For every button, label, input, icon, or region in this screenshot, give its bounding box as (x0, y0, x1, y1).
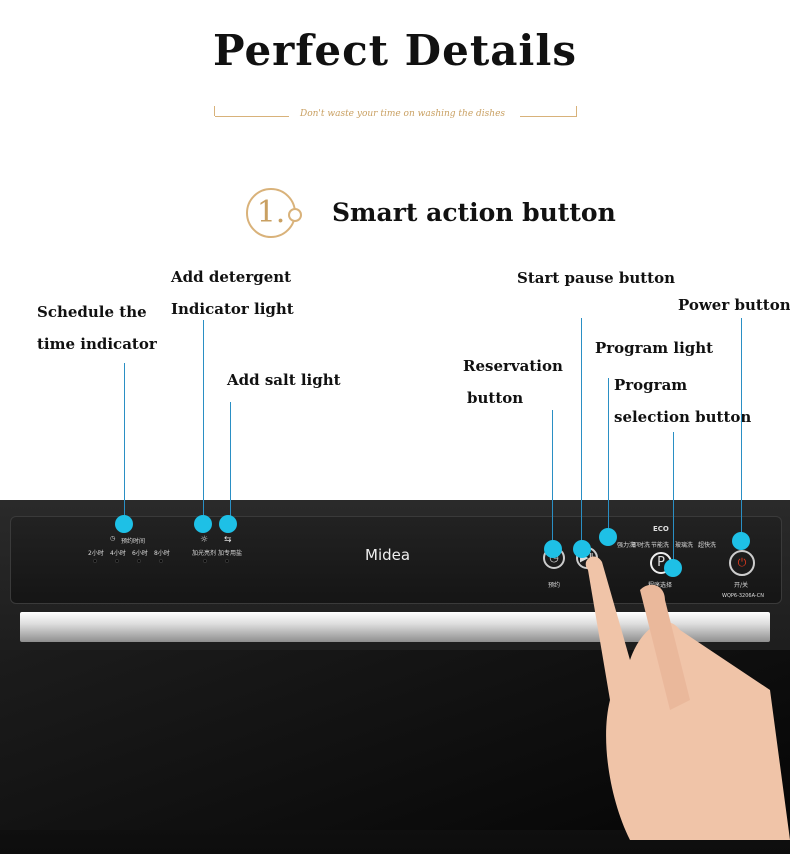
divider (520, 116, 577, 117)
callout-text: selection button (614, 408, 752, 426)
eco-icon: ECO (653, 525, 669, 533)
hour-led (93, 559, 97, 563)
callout-start: Start pause button (517, 269, 676, 287)
callout-marker (599, 528, 617, 546)
callout-marker (544, 540, 562, 558)
callout-power: Power button (678, 296, 790, 314)
leader-line (608, 378, 609, 528)
callout-marker (115, 515, 133, 533)
divider (576, 106, 577, 116)
callout-text: time indicator (37, 335, 157, 353)
callout-program-select: Program selection button (614, 369, 751, 433)
salt-label: 加专用盐 (218, 550, 243, 557)
callout-reservation: Reservation button (463, 350, 563, 414)
reserve-label: 预约 (548, 582, 561, 589)
subtitle: Don't waste your time on washing the dis… (300, 109, 506, 119)
callout-marker (573, 540, 591, 558)
divider (214, 106, 215, 116)
hour-led (159, 559, 163, 563)
section-number-dot (288, 208, 302, 222)
callout-salt: Add salt light (227, 371, 341, 389)
sun-icon: ☼ (200, 535, 209, 545)
callout-marker (219, 515, 237, 533)
leader-line (581, 318, 582, 543)
callout-program-light: Program light (595, 339, 714, 357)
clock-icon: ◷ (110, 535, 116, 542)
divider (215, 116, 289, 117)
leader-line (673, 432, 674, 560)
salt-led (225, 559, 229, 563)
hour-label: 6小时 (132, 550, 148, 557)
callout-text: button (467, 389, 524, 407)
hand-image (585, 556, 790, 840)
callout-marker (194, 515, 212, 533)
callout-schedule: Schedule the time indicator (37, 296, 157, 360)
detergent-label: 加光亮剂 (192, 550, 217, 557)
section-title: Smart action button (332, 198, 616, 227)
callout-text: Schedule the (37, 303, 147, 321)
callout-text: Indicator light (171, 300, 294, 318)
callout-detergent: Add detergent Indicator light (171, 261, 294, 325)
hour-label: 4小时 (110, 550, 126, 557)
hour-label: 2小时 (88, 550, 104, 557)
page-title: Perfect Details (212, 26, 577, 75)
leader-line (552, 410, 553, 545)
brand-logo: Midea (365, 546, 411, 564)
detergent-led (203, 559, 207, 563)
leader-line (230, 402, 231, 520)
schedule-title: 预约时间 (121, 538, 146, 545)
callout-text: Add detergent (171, 268, 292, 286)
hour-label: 8小时 (154, 550, 170, 557)
callout-text: Reservation (463, 357, 563, 375)
callout-marker (732, 532, 750, 550)
leader-line (203, 320, 204, 520)
leader-line (741, 318, 742, 534)
hour-led (137, 559, 141, 563)
callout-text: Program (614, 376, 688, 394)
refresh-icon: ⇆ (224, 535, 232, 545)
hour-led (115, 559, 119, 563)
leader-line (124, 363, 125, 521)
callout-marker (664, 559, 682, 577)
